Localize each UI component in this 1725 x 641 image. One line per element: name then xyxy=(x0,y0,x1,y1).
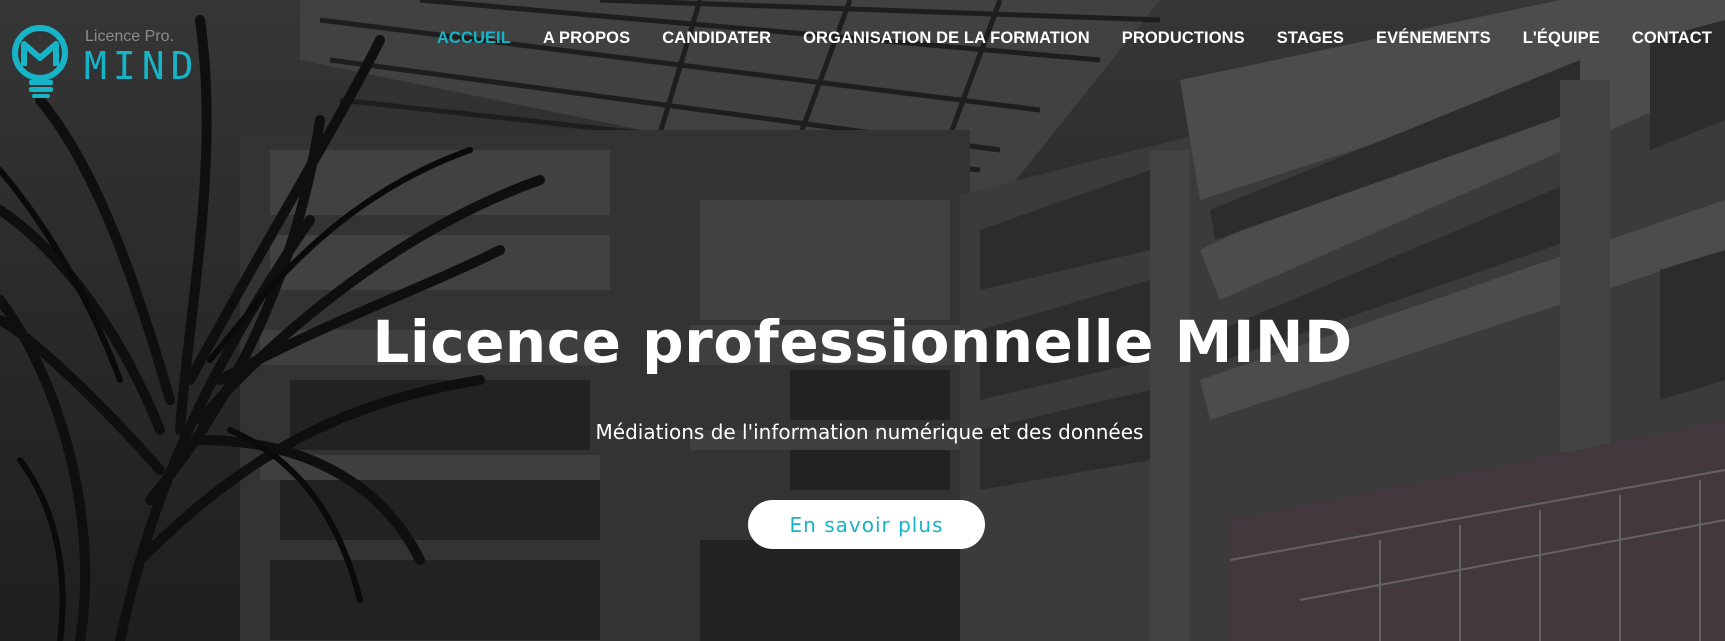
site-logo[interactable]: Licence Pro. MIND xyxy=(10,20,210,100)
nav-item-candidater[interactable]: CANDIDATER xyxy=(646,26,787,50)
hero-title: Licence professionnelle MIND xyxy=(372,308,1353,376)
logo-title: MIND xyxy=(84,44,200,88)
nav-item-accueil[interactable]: ACCUEIL xyxy=(421,26,527,50)
nav-item-productions[interactable]: PRODUCTIONS xyxy=(1106,26,1261,50)
nav-item-equipe[interactable]: L'ÉQUIPE xyxy=(1507,26,1616,50)
learn-more-button[interactable]: En savoir plus xyxy=(748,500,985,549)
nav-item-a-propos[interactable]: A PROPOS xyxy=(527,26,646,50)
nav-item-organisation[interactable]: ORGANISATION DE LA FORMATION xyxy=(787,26,1106,50)
hero-subtitle: Médiations de l'information numérique et… xyxy=(595,420,1144,444)
nav-item-evenements[interactable]: EVÉNEMENTS xyxy=(1360,26,1507,50)
lightbulb-icon xyxy=(12,25,68,98)
main-navigation: ACCUEIL A PROPOS CANDIDATER ORGANISATION… xyxy=(421,26,1712,50)
nav-item-stages[interactable]: STAGES xyxy=(1261,26,1360,50)
nav-item-contact[interactable]: CONTACT xyxy=(1616,26,1712,50)
